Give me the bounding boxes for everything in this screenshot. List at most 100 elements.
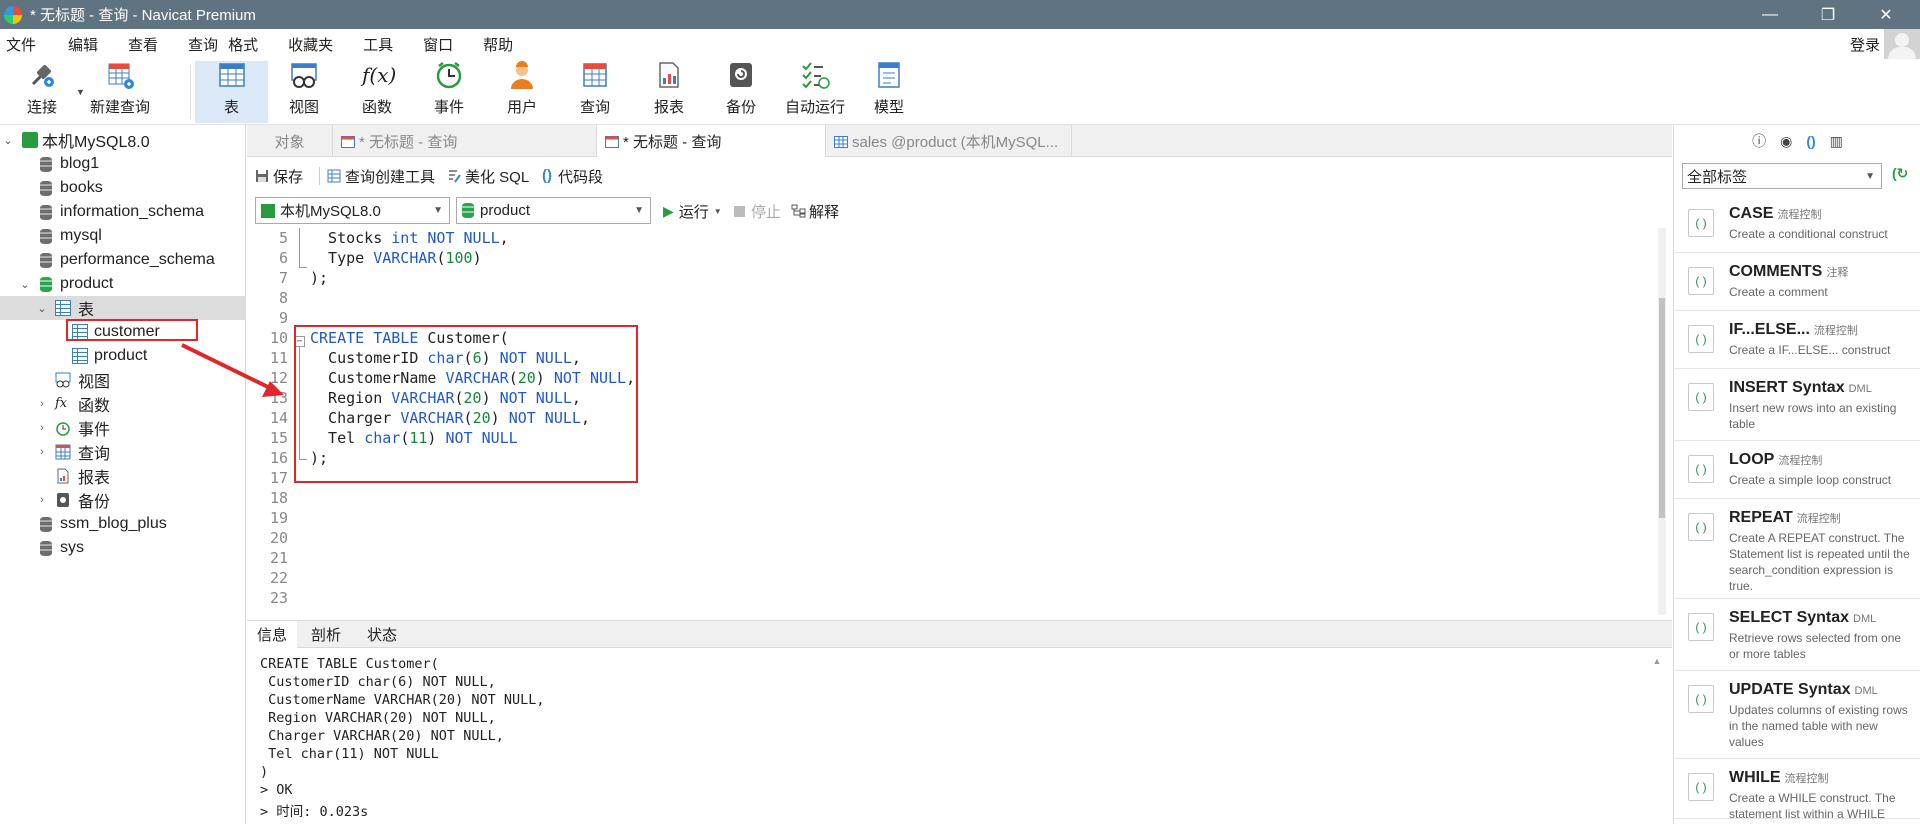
explain-button[interactable]: 解释 [791, 201, 839, 221]
output-line: Region VARCHAR(20) NOT NULL, [260, 710, 496, 726]
tree-db-information-schema[interactable]: information_schema [0, 200, 246, 224]
snippet-item[interactable]: ( ) COMMENTS 注释 Create a comment [1674, 253, 1920, 311]
menu-window[interactable]: 窗口 [403, 34, 463, 55]
tab-status[interactable]: 状态 [357, 621, 407, 648]
beautify-sql-button[interactable]: 美化 SQL [447, 166, 529, 186]
run-dropdown-icon[interactable]: ▼ [714, 207, 722, 216]
snippet-title: SELECT Syntax [1729, 609, 1850, 626]
message-output[interactable]: CREATE TABLE Customer( CustomerID char(6… [247, 648, 1663, 824]
run-button[interactable]: ▶ 运行 ▼ [663, 201, 722, 221]
tree-reports-folder[interactable]: 报表 [0, 464, 246, 488]
chevron-down-icon[interactable]: ⌄ [19, 278, 31, 291]
menu-favorites[interactable]: 收藏夹 [268, 34, 343, 55]
login-link[interactable]: 登录 [1850, 34, 1880, 55]
tab-untitled-query-2[interactable]: * 无标题 - 查询 [597, 125, 826, 157]
chevron-right-icon[interactable]: › [36, 422, 48, 434]
snippet-item[interactable]: ( ) IF...ELSE... 流程控制 Create a IF...ELSE...… [1674, 311, 1920, 369]
snippet-item[interactable]: ( ) UPDATE Syntax DML Updates columns of ex… [1674, 671, 1920, 759]
new-query-button[interactable]: 新建查询 [88, 61, 152, 123]
snippet-item[interactable]: ( ) REPEAT 流程控制 Create A REPEAT construct. … [1674, 499, 1920, 599]
snippet-item[interactable]: ( ) INSERT Syntax DML Insert new rows into … [1674, 369, 1920, 441]
tree-db-sys[interactable]: sys [0, 536, 246, 560]
chevron-right-icon[interactable]: › [36, 494, 48, 506]
line-number: 19 [269, 509, 288, 527]
avatar[interactable] [1884, 29, 1920, 59]
menu-edit[interactable]: 编辑 [46, 34, 108, 55]
info-icon[interactable]: ⓘ [1752, 131, 1766, 151]
tab-label: 状态 [367, 627, 398, 644]
table-button[interactable]: 表 [195, 61, 268, 123]
tree-functions-folder[interactable]: › fx 函数 [0, 392, 246, 416]
user-button[interactable]: 用户 [493, 61, 551, 123]
tree-db-performance-schema[interactable]: performance_schema [0, 248, 246, 272]
menu-file[interactable]: 文件 [0, 34, 46, 55]
sql-editor[interactable]: 5 6 7 8 9 10 11 12 13 14 15 16 17 18 19 20 21 22 23 Stocks… [247, 228, 1663, 615]
output-scrollbar[interactable]: ▲ [1650, 656, 1664, 824]
menu-tools[interactable]: 工具 [343, 34, 403, 55]
tree-backups-folder[interactable]: › 备份 [0, 488, 246, 512]
tree-tables-folder[interactable]: ⌄ 表 [0, 296, 246, 320]
report-button[interactable]: 报表 [640, 61, 698, 123]
snippet-icon: ( ) [1688, 267, 1714, 295]
connect-dropdown-icon[interactable]: ▼ [76, 87, 85, 97]
tree-db-blog1[interactable]: blog1 [0, 152, 246, 176]
tree-events-folder[interactable]: › 事件 [0, 416, 246, 440]
automation-button[interactable]: 自动运行 [779, 61, 851, 123]
eye-icon[interactable]: ◉ [1780, 133, 1792, 150]
menu-query[interactable]: 查询 [168, 34, 228, 55]
refresh-snippets-icon[interactable]: (↻ [1892, 165, 1908, 182]
view-label: 视图 [288, 99, 319, 116]
event-button[interactable]: 事件 [420, 61, 478, 123]
tree-folder-label: 函数 [78, 398, 111, 415]
connection-select[interactable]: 本机MySQL8.0 ▼ [255, 197, 450, 224]
tree-db-ssm-blog-plus[interactable]: ssm_blog_plus [0, 512, 246, 536]
snippet-item[interactable]: ( ) SELECT Syntax DML Retrieve rows selecte… [1674, 599, 1920, 671]
tree-connection[interactable]: ⌄ 本机MySQL8.0 [0, 128, 246, 152]
save-icon [255, 169, 269, 183]
function-button[interactable]: f(x) 函数 [348, 61, 406, 123]
database-select[interactable]: product ▼ [456, 197, 651, 224]
stop-button[interactable]: 停止 [734, 201, 781, 221]
menu-view[interactable]: 查看 [108, 34, 168, 55]
maximize-button[interactable]: ❐ [1800, 0, 1856, 29]
snippet-filter-select[interactable]: 全部标签 ▼ [1682, 163, 1882, 189]
tree-db-mysql[interactable]: mysql [0, 224, 246, 248]
connect-button[interactable]: 连接 [12, 61, 72, 123]
chevron-right-icon[interactable]: › [36, 446, 48, 458]
query-button[interactable]: 查询 [566, 61, 624, 123]
scroll-up-icon[interactable]: ▲ [1650, 656, 1664, 666]
tree-db-books[interactable]: books [0, 176, 246, 200]
output-line: CREATE TABLE Customer( [260, 656, 439, 672]
tab-sales-table[interactable]: sales @product (本机MySQL... [826, 125, 1072, 157]
tree-table-product[interactable]: product [0, 344, 246, 368]
editor-scrollbar[interactable] [1658, 228, 1666, 615]
layout-icon[interactable]: ▥ [1830, 133, 1843, 150]
snippet-item[interactable]: ( ) WHILE 流程控制 Create a WHILE construct. Th… [1674, 759, 1920, 821]
tree-db-product[interactable]: ⌄ product [0, 272, 246, 296]
model-button[interactable]: 模型 [860, 61, 918, 123]
tab-objects[interactable]: 对象 [247, 125, 333, 157]
chevron-right-icon[interactable]: › [36, 398, 48, 410]
tab-untitled-query-1[interactable]: * 无标题 - 查询 [333, 125, 597, 157]
tab-message[interactable]: 信息 [247, 621, 298, 648]
query-builder-button[interactable]: 查询创建工具 [327, 166, 435, 186]
tree-views-folder[interactable]: 视图 [0, 368, 246, 392]
backup-button[interactable]: 备份 [712, 61, 770, 123]
view-button[interactable]: 视图 [275, 61, 333, 123]
menu-help[interactable]: 帮助 [463, 34, 523, 55]
chevron-down-icon[interactable]: ⌄ [2, 134, 14, 147]
tree-queries-folder[interactable]: › 查询 [0, 440, 246, 464]
snippet-item[interactable]: ( ) CASE 流程控制 Create a conditional construc… [1674, 195, 1920, 253]
save-button[interactable]: 保存 [255, 166, 303, 186]
tab-profile[interactable]: 剖析 [301, 621, 351, 648]
tree-db-label: mysql [60, 227, 102, 244]
minimize-button[interactable]: — [1742, 0, 1798, 29]
menu-format[interactable]: 格式 [228, 34, 268, 55]
close-button[interactable]: ✕ [1858, 0, 1914, 29]
output-line: > OK [260, 782, 293, 798]
chevron-down-icon[interactable]: ⌄ [36, 302, 48, 315]
editor-scrollbar-thumb[interactable] [1659, 298, 1665, 518]
snippet-item[interactable]: ( ) LOOP 流程控制 Create a simple loop construc… [1674, 441, 1920, 499]
code-snippet-icon[interactable]: () [1806, 133, 1815, 149]
code-snippet-button[interactable]: () 代码段 [540, 166, 603, 186]
